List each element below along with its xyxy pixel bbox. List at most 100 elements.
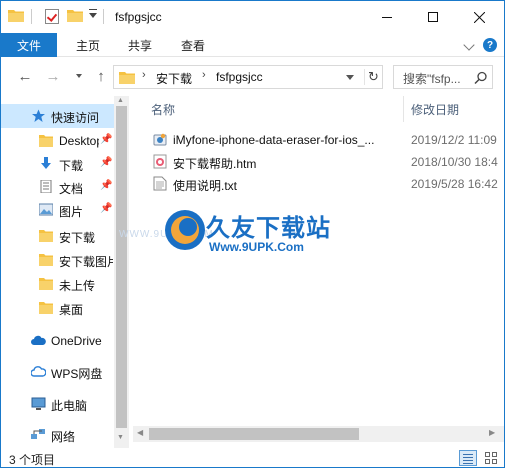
nav-item-label: 图片 xyxy=(59,205,84,219)
nav-item-pictures[interactable]: 图片 📌 xyxy=(1,198,114,222)
nav-item-network[interactable]: 网络 xyxy=(1,423,114,447)
search-input[interactable]: 搜索"fsfp... xyxy=(393,65,493,89)
column-header-date[interactable]: 修改日期 xyxy=(411,96,459,122)
file-row[interactable]: 使用说明.txt 2019/5/28 16:42 xyxy=(151,173,504,195)
nav-item-wps[interactable]: WPS网盘 xyxy=(1,360,114,384)
nav-item-label: 桌面 xyxy=(59,303,84,317)
help-icon[interactable]: ? xyxy=(483,38,497,52)
divider xyxy=(103,9,104,24)
watermark-brand: 久友下载站 xyxy=(206,214,331,242)
nav-item-label: 快速访问 xyxy=(51,111,100,125)
folder-icon xyxy=(39,254,53,266)
nav-item-label: Desktop xyxy=(59,134,99,148)
scrollbar-thumb[interactable] xyxy=(149,428,359,440)
nav-item-folder[interactable]: 桌面 xyxy=(1,296,114,320)
recent-locations-dropdown-icon[interactable] xyxy=(76,74,82,78)
properties-check-icon[interactable] xyxy=(45,9,59,24)
pin-icon: 📌 xyxy=(100,134,113,145)
details-view-button[interactable] xyxy=(459,450,477,466)
nav-item-onedrive[interactable]: OneDrive xyxy=(1,329,114,353)
navigation-pane: 快速访问 Desktop 📌 下载 📌 文档 📌 图片 📌 安下载 安下载图 未… xyxy=(1,96,131,448)
nav-item-label: 此电脑 xyxy=(51,399,88,413)
close-button[interactable] xyxy=(456,1,502,33)
folder-icon xyxy=(119,72,135,84)
scroll-left-icon[interactable]: ◀ xyxy=(137,428,143,437)
large-icons-view-icon xyxy=(485,452,490,457)
watermark: WWW.9UPK.COM 久友下载站 Www.9UPK.Com xyxy=(119,196,361,266)
item-count: 3 个项目 xyxy=(9,453,56,467)
minimize-icon xyxy=(382,16,392,18)
nav-item-label: 网络 xyxy=(51,430,76,444)
watermark-url: Www.9UPK.Com xyxy=(209,240,304,254)
nav-item-label: 下载 xyxy=(59,159,84,173)
nav-item-label: 未上传 xyxy=(59,279,96,293)
new-folder-icon[interactable] xyxy=(67,9,83,22)
large-icons-view-button[interactable] xyxy=(482,450,500,466)
pin-icon: 📌 xyxy=(100,180,113,191)
refresh-icon[interactable]: ↻ xyxy=(364,69,382,85)
breadcrumb-segment[interactable]: fsfpgsjcc xyxy=(216,70,263,84)
minimize-button[interactable] xyxy=(364,1,410,33)
maximize-button[interactable] xyxy=(410,1,456,33)
folder-icon xyxy=(39,302,53,314)
this-pc-icon xyxy=(31,397,46,410)
scroll-up-icon[interactable]: ▲ xyxy=(117,97,124,104)
tab-file[interactable]: 文件 xyxy=(1,33,57,57)
pictures-icon xyxy=(39,203,53,216)
pin-icon: 📌 xyxy=(100,157,113,168)
maximize-icon xyxy=(428,12,438,22)
column-divider[interactable] xyxy=(403,96,404,122)
tab-view[interactable]: 查看 xyxy=(181,33,205,57)
folder-icon xyxy=(39,230,53,242)
file-row[interactable]: 安下载帮助.htm 2018/10/30 18:4 xyxy=(151,151,504,173)
status-bar: 3 个项目 xyxy=(1,448,504,467)
file-date: 2019/12/2 11:09 xyxy=(411,133,497,147)
nav-item-folder[interactable]: 未上传 xyxy=(1,272,114,296)
file-name: 使用说明.txt xyxy=(173,179,238,193)
nav-item-downloads[interactable]: 下载 📌 xyxy=(1,152,114,176)
close-icon xyxy=(473,11,485,23)
search-placeholder: 搜索"fsfp... xyxy=(403,72,461,86)
scroll-right-icon[interactable]: ▶ xyxy=(489,428,495,437)
htm-file-icon xyxy=(153,154,167,169)
file-row[interactable]: iMyfone-iphone-data-eraser-for-ios_... 2… xyxy=(151,129,504,151)
back-arrow-icon[interactable]: ← xyxy=(15,68,35,85)
nav-item-folder[interactable]: 安下载图片 xyxy=(1,248,114,272)
scrollbar-thumb[interactable] xyxy=(116,106,127,428)
nav-item-this-pc[interactable]: 此电脑 xyxy=(1,392,114,416)
navpane-scrollbar[interactable]: ▲ ▼ xyxy=(114,96,129,448)
nav-item-quick-access[interactable]: 快速访问 xyxy=(1,104,114,128)
horizontal-scrollbar[interactable]: ◀ ▶ xyxy=(133,426,504,442)
quick-access-dropdown-icon[interactable] xyxy=(89,9,97,18)
nav-item-folder[interactable]: 安下载 xyxy=(1,224,114,248)
documents-icon xyxy=(40,180,52,193)
up-arrow-icon[interactable]: ↑ xyxy=(91,68,111,85)
nav-item-label: OneDrive xyxy=(51,334,102,348)
onedrive-cloud-icon xyxy=(31,335,46,345)
breadcrumb-chevron-icon[interactable]: › xyxy=(142,69,146,81)
forward-arrow-icon[interactable]: → xyxy=(43,68,63,85)
breadcrumb-segment[interactable]: 安下载 xyxy=(156,70,192,87)
folder-icon[interactable] xyxy=(8,9,24,22)
address-bar[interactable]: › 安下载 › fsfpgsjcc ↻ xyxy=(113,65,383,89)
search-icon xyxy=(474,71,487,85)
file-date: 2019/5/28 16:42 xyxy=(411,177,498,191)
star-icon xyxy=(32,109,45,122)
installer-exe-icon xyxy=(153,133,167,146)
tab-share[interactable]: 共享 xyxy=(128,33,152,57)
column-header-name[interactable]: 名称 xyxy=(151,96,175,122)
details-view-icon xyxy=(463,454,473,455)
nav-item-documents[interactable]: 文档 📌 xyxy=(1,175,114,199)
scroll-down-icon[interactable]: ▼ xyxy=(117,434,124,441)
expand-ribbon-chevron-icon[interactable] xyxy=(463,39,475,51)
download-arrow-icon xyxy=(41,157,51,169)
window-title: fsfpgsjcc xyxy=(115,10,162,24)
breadcrumb-chevron-icon[interactable]: › xyxy=(202,69,206,81)
desktop-folder-icon xyxy=(39,135,53,147)
file-list-pane: 名称 修改日期 iMyfone-iphone-data-eraser-for-i… xyxy=(131,96,504,448)
address-dropdown-icon[interactable] xyxy=(346,75,354,80)
nav-item-label: 安下载图片 xyxy=(59,255,113,269)
file-name: iMyfone-iphone-data-eraser-for-ios_... xyxy=(173,133,375,147)
tab-home[interactable]: 主页 xyxy=(76,33,100,57)
nav-item-desktop[interactable]: Desktop 📌 xyxy=(1,129,114,153)
